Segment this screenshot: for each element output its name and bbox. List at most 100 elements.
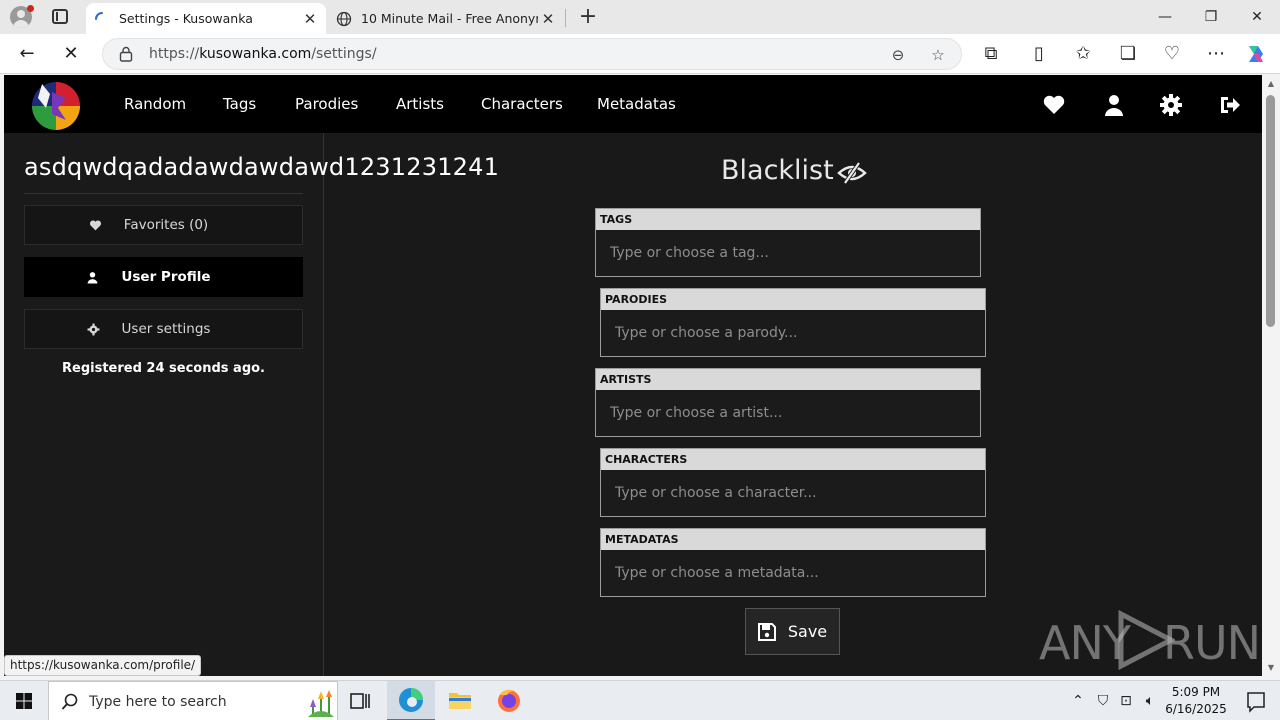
url-text[interactable]: https://kusowanka.com/settings/ [149, 39, 377, 71]
eye-slash-icon [837, 161, 867, 185]
taskbar-edge-icon[interactable] [387, 681, 435, 720]
favorite-star-icon[interactable]: ☆ [927, 44, 949, 66]
search-placeholder: Type here to search [89, 694, 227, 710]
nav-tags[interactable]: Tags [223, 75, 256, 133]
firefox-icon[interactable] [485, 681, 533, 720]
url-scheme: https:// [149, 46, 200, 62]
scroll-thumb[interactable] [1266, 95, 1275, 327]
extensions-icon[interactable]: ⧉ [976, 40, 1006, 68]
more-menu-icon[interactable]: ⋯ [1201, 40, 1231, 68]
tags-input[interactable] [596, 230, 980, 276]
field-label: ARTISTS [596, 369, 980, 390]
windows-taskbar: Type here to search ⌃ ⛉ ⊡ 🔈︎ 5:09 PM 6/1… [0, 680, 1280, 720]
page-scrollbar[interactable]: ▲ ▼ [1262, 75, 1280, 676]
search-icon [61, 693, 78, 710]
divider [24, 193, 303, 194]
back-icon[interactable]: ← [12, 40, 42, 68]
file-explorer-icon[interactable] [436, 681, 484, 720]
page-viewport: Random Tags Parodies Artists Characters … [0, 75, 1262, 676]
globe-icon [336, 11, 352, 26]
url-host: kusowanka.com [199, 46, 312, 62]
nav-characters[interactable]: Characters [481, 75, 563, 133]
sidebar-item-user-profile[interactable]: User Profile [24, 257, 303, 297]
sidebar-item-favorites[interactable]: Favorites (0) [24, 205, 303, 245]
tab-10-minute-mail[interactable]: 10 Minute Mail - Free Anonymous ✕ [328, 3, 564, 34]
favorites-icon[interactable]: ✩ [1068, 40, 1098, 68]
browser-toolbar: ← ✕ https://kusowanka.com/settings/ ⊖ ☆ … [0, 34, 1280, 74]
tab-close-icon[interactable]: ✕ [300, 10, 320, 28]
minimize-icon[interactable]: — [1142, 0, 1188, 34]
registered-status: Registered 24 seconds ago. [62, 361, 265, 376]
sidebar-item-user-settings[interactable]: User settings [24, 309, 303, 349]
blacklist-tags-field: TAGS [595, 208, 981, 277]
taskbar-clock[interactable]: 5:09 PM 6/16/2025 [1164, 684, 1228, 718]
logout-icon[interactable] [1218, 93, 1242, 117]
kusowanka-logo-icon[interactable] [28, 78, 84, 132]
vpn-shield-icon[interactable]: ⛉ [1092, 681, 1114, 720]
tab-actions-icon[interactable] [52, 9, 68, 24]
watermark-text: RUN [1163, 616, 1261, 670]
show-hidden-icons-icon[interactable]: ⌃ [1068, 681, 1088, 720]
blacklist-parodies-field: PARODIES [600, 288, 986, 357]
tab-settings-kusowanka[interactable]: Settings - Kusowanka ✕ [86, 3, 326, 34]
stop-loading-icon[interactable]: ✕ [56, 40, 86, 68]
save-button[interactable]: Save [745, 608, 840, 655]
nav-artists[interactable]: Artists [396, 75, 444, 133]
sidebar-item-label: Favorites (0) [123, 217, 209, 233]
address-bar[interactable]: https://kusowanka.com/settings/ ⊖ ☆ [102, 38, 962, 70]
windows-start-icon[interactable] [0, 681, 48, 720]
taskbar-search-box[interactable]: Type here to search [48, 681, 338, 720]
anyrun-watermark: ANY RUN [1039, 608, 1261, 670]
loading-spinner-icon [95, 11, 103, 20]
notification-center-icon[interactable] [1232, 681, 1280, 720]
collections-icon[interactable]: ❏ [1113, 40, 1143, 68]
restore-icon[interactable]: ❐ [1188, 0, 1234, 34]
tab-title: 10 Minute Mail - Free Anonymous [361, 11, 538, 26]
blacklist-metadatas-field: METADATAS [600, 528, 986, 597]
lock-icon[interactable] [119, 46, 133, 62]
close-window-icon[interactable]: ✕ [1234, 0, 1280, 34]
tab-title: Settings - Kusowanka [119, 11, 253, 26]
gear-icon [87, 323, 100, 335]
metadatas-input[interactable] [601, 550, 985, 596]
browser-essentials-icon[interactable]: ♡ [1157, 40, 1187, 68]
new-tab-icon[interactable]: + [576, 4, 600, 30]
edge-browser-icon [399, 688, 423, 712]
task-view-icon[interactable] [336, 681, 384, 720]
profile-sidebar: asdqwdqadadawdawdawd1231231241 Favorites… [4, 133, 499, 676]
clock-time: 5:09 PM [1171, 685, 1221, 699]
volume-icon[interactable]: 🔈︎ [1139, 681, 1161, 720]
save-button-label: Save [787, 622, 828, 641]
sidebar-item-label: User Profile [121, 269, 211, 285]
clock-date: 6/16/2025 [1165, 702, 1227, 716]
scroll-down-icon[interactable]: ▼ [1266, 663, 1276, 672]
tab-close-icon[interactable]: ✕ [538, 10, 558, 28]
blacklist-artists-field: ARTISTS [595, 368, 981, 437]
nav-random[interactable]: Random [124, 75, 186, 133]
settings-gear-icon[interactable] [1159, 93, 1183, 117]
floppy-disk-icon [757, 622, 776, 641]
nav-parodies[interactable]: Parodies [295, 75, 358, 133]
characters-input[interactable] [601, 470, 985, 516]
split-screen-icon[interactable]: ▯ [1024, 40, 1054, 68]
user-account-icon[interactable] [1102, 93, 1126, 117]
scroll-up-icon[interactable]: ▲ [1266, 79, 1276, 88]
favorites-heart-icon[interactable] [1042, 93, 1066, 117]
reading-mode-icon[interactable]: ⊖ [887, 44, 909, 66]
site-navbar: Random Tags Parodies Artists Characters … [4, 75, 1262, 133]
username-heading: asdqwdqadadawdawdawd1231231241 [24, 153, 500, 181]
blacklist-title: Blacklist [721, 155, 834, 186]
field-label: CHARACTERS [601, 449, 985, 470]
heart-icon [89, 220, 101, 230]
nav-metadatas[interactable]: Metadatas [597, 75, 676, 133]
sidebar-item-label: User settings [121, 321, 211, 337]
parodies-input[interactable] [601, 310, 985, 356]
copilot-icon[interactable] [1245, 44, 1267, 64]
browser-tab-strip: Settings - Kusowanka ✕ 10 Minute Mail - … [0, 0, 1280, 34]
user-icon [88, 271, 98, 283]
field-label: TAGS [596, 209, 980, 230]
artists-input[interactable] [596, 390, 980, 436]
url-path: /settings/ [311, 46, 377, 62]
network-icon[interactable]: ⊡ [1115, 681, 1137, 720]
field-label: METADATAS [601, 529, 985, 550]
